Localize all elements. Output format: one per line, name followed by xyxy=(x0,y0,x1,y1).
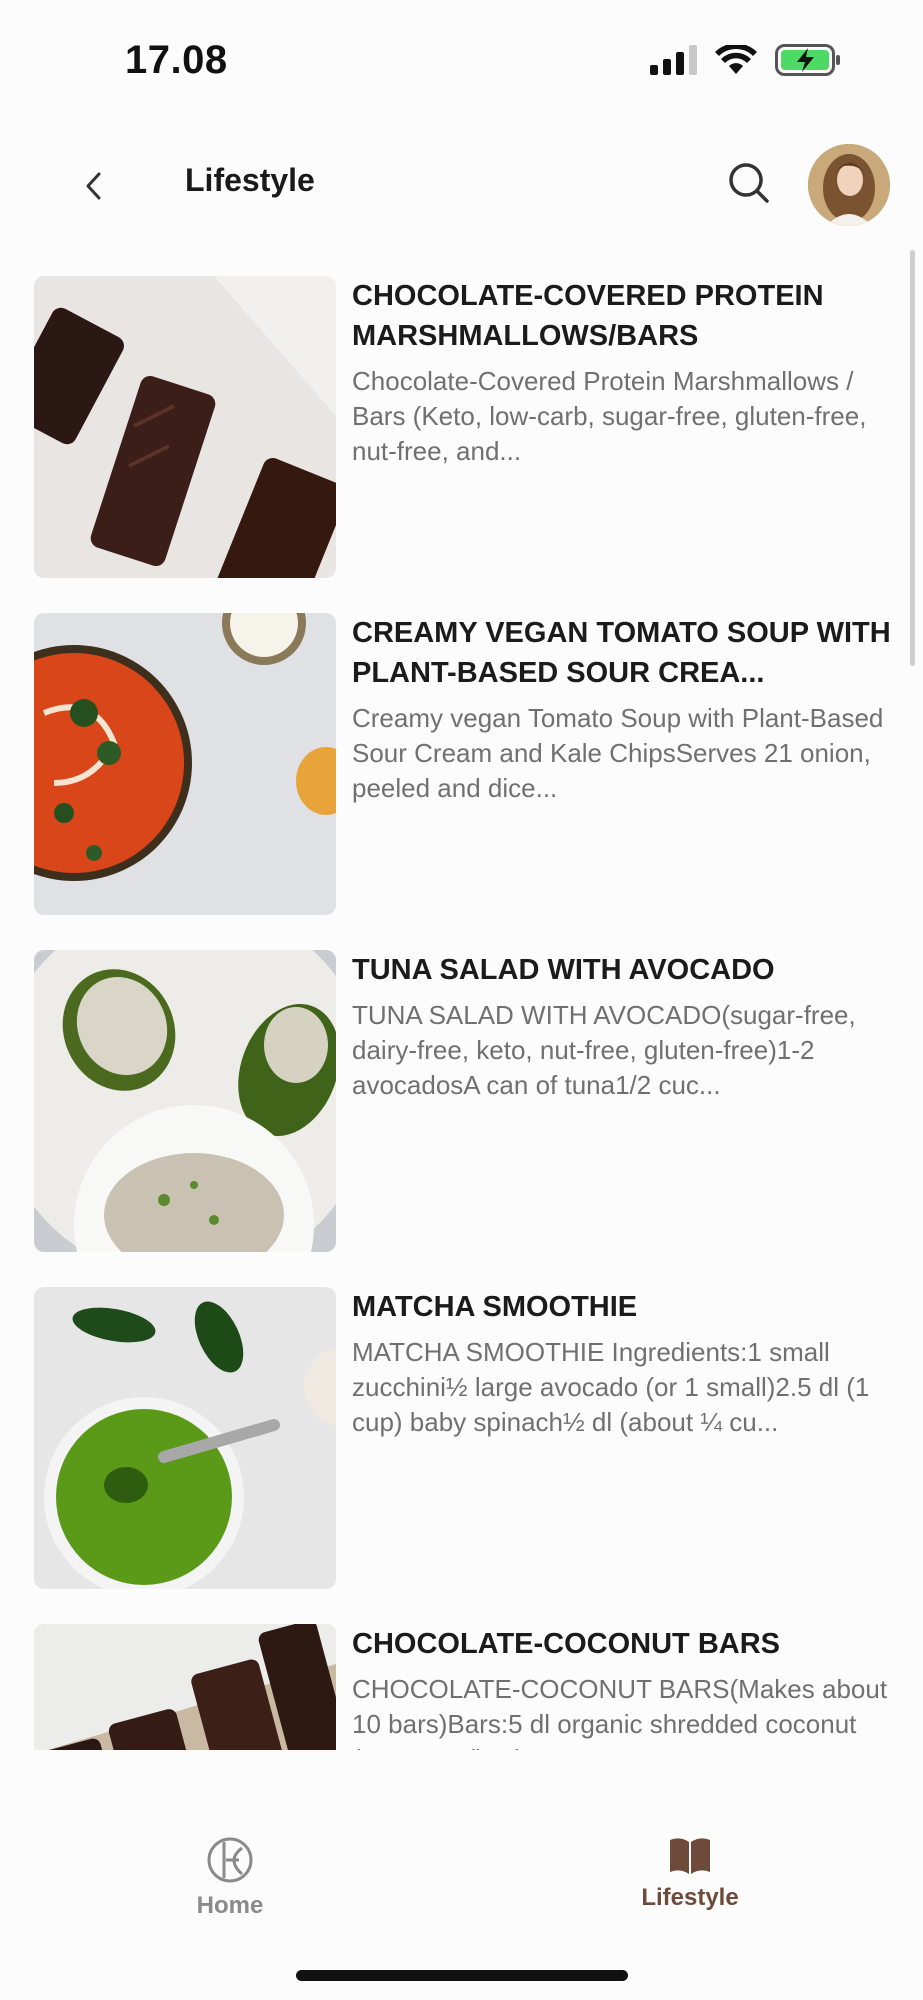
tab-home-label: Home xyxy=(196,1892,264,1919)
app-screen: 17.08 Lifestyle CHOCOLATE-COVERED PROTEI… xyxy=(0,0,923,2000)
article-text: CREAMY VEGAN TOMATO SOUP WITH PLANT-BASE… xyxy=(352,613,894,806)
list-item[interactable]: CHOCOLATE-COVERED PROTEIN MARSHMALLOWS/B… xyxy=(34,276,894,578)
tab-home[interactable]: Home xyxy=(130,1836,330,1920)
battery-charging-icon xyxy=(775,44,840,76)
article-thumbnail xyxy=(34,950,336,1252)
article-description: Creamy vegan Tomato Soup with Plant-Base… xyxy=(352,703,884,803)
cellular-signal-icon xyxy=(650,45,697,75)
article-text: MATCHA SMOOTHIE MATCHA SMOOTHIE Ingredie… xyxy=(352,1287,894,1440)
list-item[interactable]: CREAMY VEGAN TOMATO SOUP WITH PLANT-BASE… xyxy=(34,613,894,915)
article-list: CHOCOLATE-COVERED PROTEIN MARSHMALLOWS/B… xyxy=(0,276,923,1750)
article-thumbnail xyxy=(34,276,336,578)
article-title: CREAMY VEGAN TOMATO SOUP WITH PLANT-BASE… xyxy=(352,617,891,689)
back-button[interactable] xyxy=(74,166,114,206)
article-title: TUNA SALAD WITH AVOCADO xyxy=(352,954,775,986)
article-description: CHOCOLATE-COCONUT BARS(Makes about 10 ba… xyxy=(352,1674,888,1750)
home-indicator xyxy=(296,1970,628,1981)
article-title: CHOCOLATE-COCONUT BARS xyxy=(352,1628,780,1660)
article-text: TUNA SALAD WITH AVOCADO TUNA SALAD WITH … xyxy=(352,950,894,1103)
article-title: MATCHA SMOOTHIE xyxy=(352,1291,638,1323)
article-title: CHOCOLATE-COVERED PROTEIN MARSHMALLOWS/B… xyxy=(352,280,824,352)
article-thumbnail xyxy=(34,613,336,915)
search-icon xyxy=(729,163,769,203)
search-button[interactable] xyxy=(726,160,772,206)
avatar-image xyxy=(808,144,890,226)
list-item[interactable]: CHOCOLATE-COCONUT BARS CHOCOLATE-COCONUT… xyxy=(34,1624,894,1750)
brand-logo-icon xyxy=(207,1837,253,1883)
article-thumbnail xyxy=(34,1624,336,1750)
page-header: Lifestyle xyxy=(0,130,923,240)
page-title: Lifestyle xyxy=(185,162,315,198)
article-description: TUNA SALAD WITH AVOCADO(sugar-free, dair… xyxy=(352,1000,856,1100)
status-bar: 17.08 xyxy=(0,0,923,120)
list-item[interactable]: MATCHA SMOOTHIE MATCHA SMOOTHIE Ingredie… xyxy=(34,1287,894,1589)
tab-lifestyle[interactable]: Lifestyle xyxy=(590,1836,790,1912)
profile-avatar[interactable] xyxy=(808,144,890,226)
article-description: MATCHA SMOOTHIE Ingredients:1 small zucc… xyxy=(352,1337,870,1437)
article-thumbnail xyxy=(34,1287,336,1589)
tab-lifestyle-label: Lifestyle xyxy=(641,1884,739,1911)
article-description: Chocolate-Covered Protein Marshmallows /… xyxy=(352,366,867,466)
list-item[interactable]: TUNA SALAD WITH AVOCADO TUNA SALAD WITH … xyxy=(34,950,894,1252)
status-icons xyxy=(650,44,841,76)
bottom-navigation: Home Lifestyle xyxy=(0,1810,923,1930)
chevron-left-icon xyxy=(86,172,101,200)
open-book-icon xyxy=(670,1838,710,1874)
status-time: 17.08 xyxy=(125,38,228,82)
wifi-icon xyxy=(715,45,757,74)
article-text: CHOCOLATE-COCONUT BARS CHOCOLATE-COCONUT… xyxy=(352,1624,894,1750)
article-text: CHOCOLATE-COVERED PROTEIN MARSHMALLOWS/B… xyxy=(352,276,894,469)
